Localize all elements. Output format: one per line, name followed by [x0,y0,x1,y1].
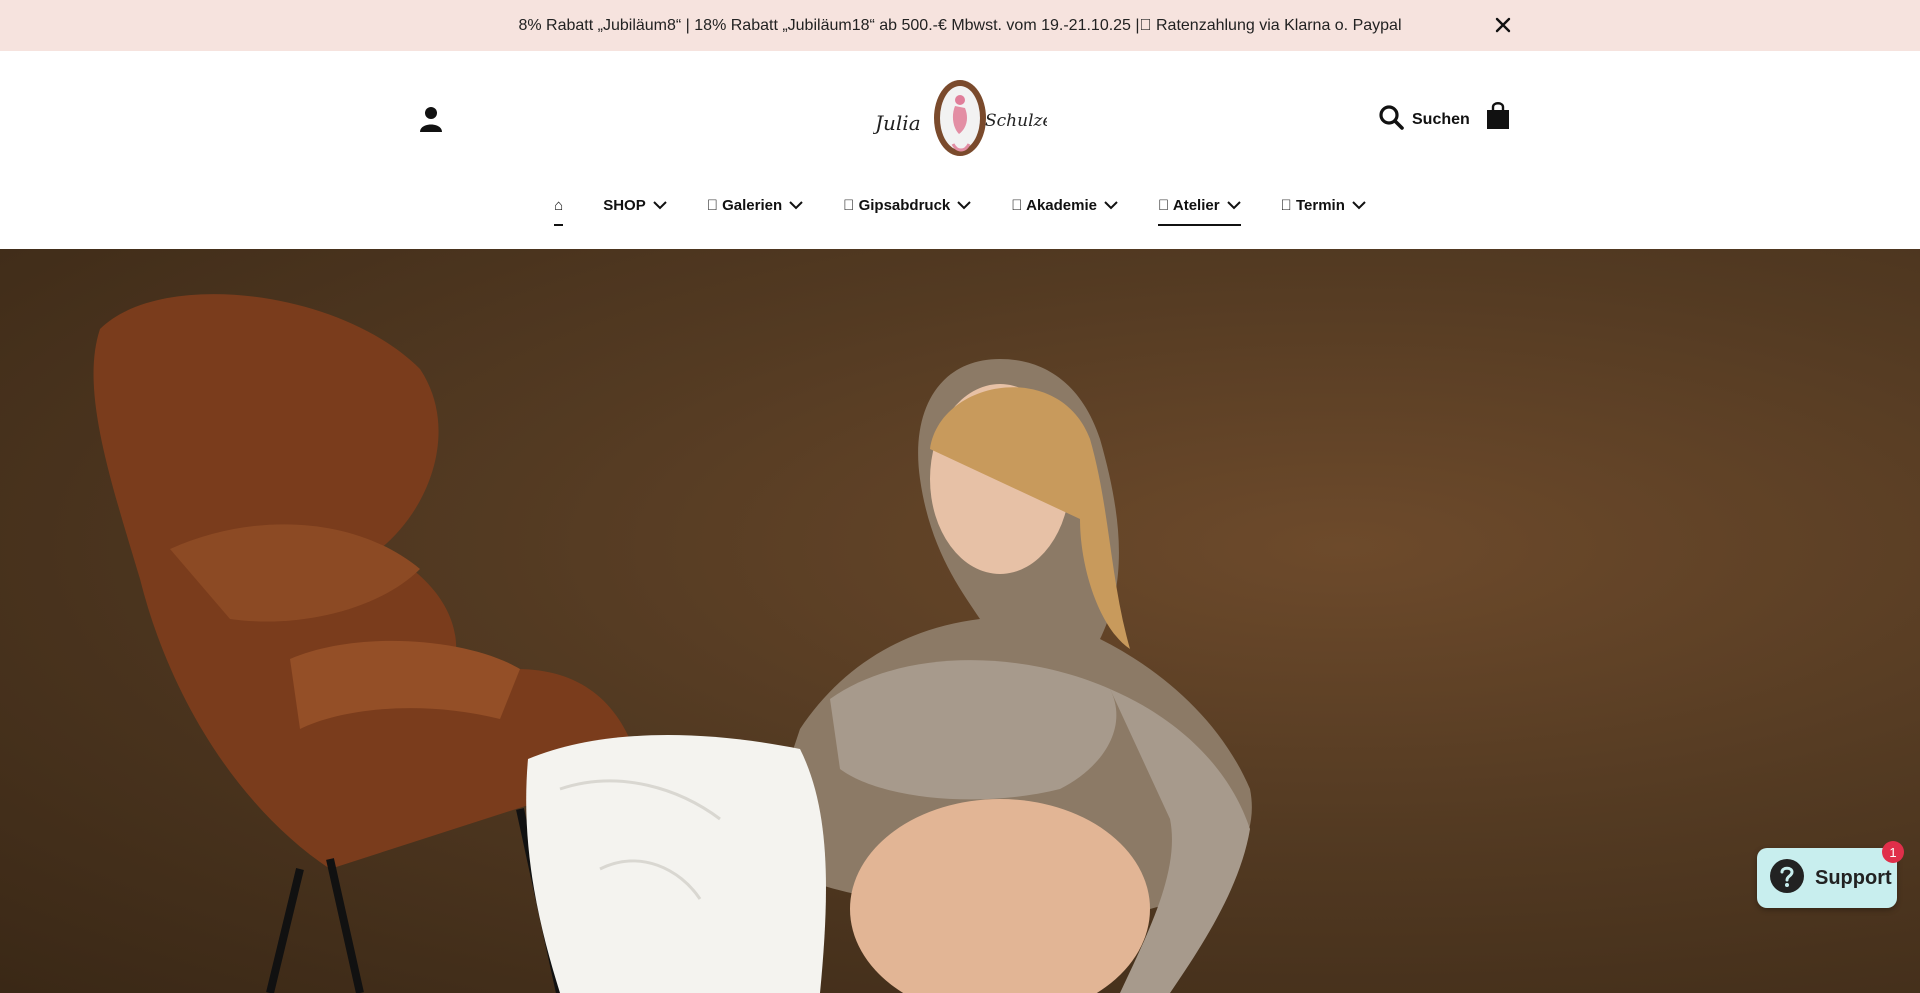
chevron-down-icon [789,197,803,214]
account-icon[interactable] [416,104,446,134]
chevron-down-icon [1104,197,1118,214]
support-chat-button[interactable]: Support [1757,848,1897,908]
logo-text-left: Julia [873,111,921,135]
cart-icon[interactable] [1484,101,1512,131]
site-header: Julia Schulze Suchen ⌂ SHOP   Galerien [0,51,1920,249]
notification-badge: 1 [1882,841,1904,863]
plaster-cast [526,735,826,993]
chevron-down-icon [957,197,971,214]
nav-atelier[interactable]:   Atelier [1138,188,1261,226]
nav-label:   Galerien [706,196,783,214]
nav-label:   Atelier [1158,196,1220,214]
nav-shop[interactable]: SHOP [583,188,687,222]
support-label: Support [1815,866,1892,889]
nav-akademie[interactable]:   Akademie [991,188,1138,222]
home-icon: ⌂ [554,196,564,214]
nav-label:   Akademie [1011,196,1097,214]
nav-home[interactable]: ⌂ [534,188,583,226]
help-icon [1769,858,1805,899]
announcement-bar: 8% Rabatt „Jubiläum8“ | 18% Rabatt „Jubi… [0,0,1920,51]
nav-gipsabdruck[interactable]:   Gipsabdruck [823,188,991,222]
search-icon [1378,104,1404,135]
close-icon[interactable] [1492,14,1514,36]
chevron-down-icon [652,197,667,214]
hero-image [0,249,1920,993]
search-label: Suchen [1412,110,1470,128]
nav-label:   Gipsabdruck [843,196,951,214]
nav-label:   Termin [1280,196,1345,214]
portrait-figure [760,359,1252,993]
site-logo[interactable]: Julia Schulze [871,78,1053,160]
chevron-down-icon [1226,197,1241,214]
nav-termin[interactable]:   Termin [1261,188,1386,222]
search-button[interactable]: Suchen [1378,104,1470,135]
announcement-text: 8% Rabatt „Jubiläum8“ | 18% Rabatt „Jubi… [518,16,1402,34]
nav-label: SHOP [603,196,646,214]
nav-galerien[interactable]:   Galerien [687,188,823,222]
chevron-down-icon [1352,197,1366,214]
main-navigation: ⌂ SHOP   Galerien   Gipsabdruck   Akadem… [0,188,1920,226]
logo-text-right: Schulze [985,111,1047,131]
